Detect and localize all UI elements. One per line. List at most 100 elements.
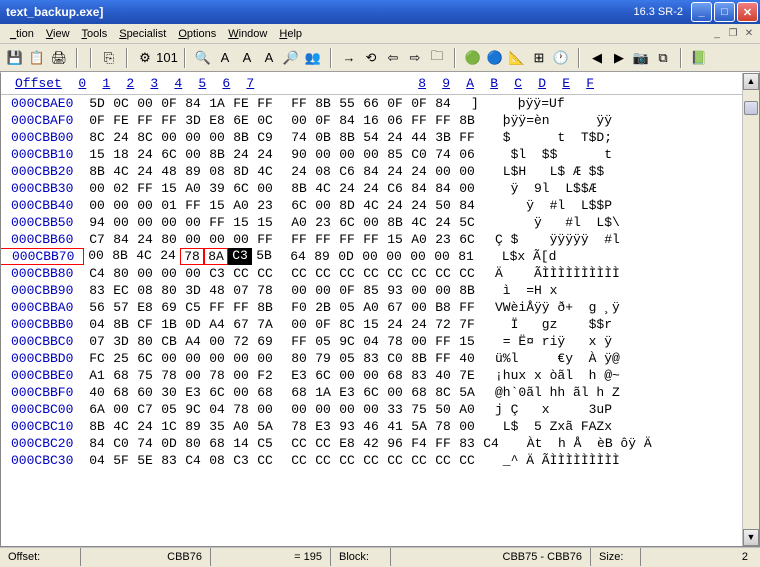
ascii-cell[interactable]: L$H L$ Æ $$ [479,164,620,179]
hex-cell[interactable]: 8B [455,283,479,298]
hex-cell[interactable]: 00 [287,402,311,417]
offset-cell[interactable]: 000CBC30 [1,453,85,468]
hex-cell[interactable]: 68 [109,368,133,383]
hex-cell[interactable]: FF [359,232,383,247]
scroll-thumb[interactable] [744,101,758,115]
hex-cell[interactable]: FF [287,334,311,349]
hex-cell[interactable]: CC [383,453,407,468]
hex-cell[interactable]: 05 [157,402,181,417]
hex-cell[interactable]: 79 [311,351,335,366]
hex-cell[interactable]: 0F [311,317,335,332]
hex-cell[interactable]: 68 [383,368,407,383]
hex-cell[interactable]: 06 [383,113,407,128]
hex-cell[interactable]: 24 [133,164,157,179]
hex-cell[interactable]: 00 [133,215,157,230]
ascii-cell[interactable]: @h`0ãl hh ãl h Z [479,385,620,400]
hex-cell[interactable]: 00 [133,198,157,213]
hex-cell[interactable]: C4 [85,266,109,281]
hex-cell[interactable]: A0 [359,300,383,315]
offset-cell[interactable]: 000CBB60 [1,232,85,247]
hex-cell[interactable]: 8C [133,130,157,145]
hex-cell[interactable]: 0D [157,436,181,451]
hex-cell[interactable]: 8B [383,215,407,230]
hex-cell[interactable]: 84 [359,164,383,179]
hex-cell[interactable]: 00 [253,402,277,417]
hex-cell[interactable]: 67 [229,317,253,332]
mdi-minimize-icon[interactable]: _ [710,28,724,40]
hex-cell[interactable]: 00 [311,198,335,213]
offset-cell[interactable]: 000CBB40 [1,198,85,213]
hex-cell[interactable]: FF [253,232,277,247]
hex-cell[interactable]: FE [109,113,133,128]
hex-cell[interactable]: 24 [407,164,431,179]
hex-cell[interactable]: 24 [383,317,407,332]
hex-cell[interactable]: 80 [287,351,311,366]
hex-cell[interactable]: 8D [229,164,253,179]
hex-cell[interactable]: 00 [205,351,229,366]
hex-cell[interactable]: 00 [205,232,229,247]
menu-help[interactable]: Help [273,26,308,42]
hex-cell[interactable]: 8B [109,317,133,332]
hex-cell[interactable]: 8C [335,317,359,332]
hex-cell[interactable]: 00 [181,147,205,162]
hex-cell[interactable]: 00 [335,368,359,383]
offset-cell[interactable]: 000CBBB0 [1,317,85,332]
hex-cell[interactable]: 8B [85,419,109,434]
hex-cell[interactable]: 04 [359,334,383,349]
hex-cell[interactable]: 8D [335,198,359,213]
hex-cell[interactable]: E8 [133,300,157,315]
hex-cell[interactable]: 4C [109,419,133,434]
hex-cell[interactable]: F4 [407,436,431,451]
hex-cell[interactable]: 05 [311,334,335,349]
hex-cell[interactable]: B8 [431,300,455,315]
hex-body[interactable]: 000CBAE05D0C000F841AFEFFFF8B55660F0F84] … [1,95,742,469]
hex-cell[interactable]: E3 [181,385,205,400]
toolbar-button[interactable]: 🔍 [194,49,212,67]
hex-cell[interactable]: 08 [133,283,157,298]
hex-cell[interactable]: 81 [454,249,478,264]
hex-cell[interactable]: 1C [157,419,181,434]
hex-cell[interactable]: CC [359,266,383,281]
hex-cell[interactable]: 00 [133,96,157,111]
hex-cell[interactable]: 00 [358,249,382,264]
hex-cell[interactable]: 00 [359,368,383,383]
hex-cell[interactable]: 8B [85,164,109,179]
menu-_tion[interactable]: _tion [4,26,40,42]
hex-cell[interactable]: 24 [133,147,157,162]
hex-cell[interactable]: CC [335,453,359,468]
hex-cell[interactable]: CC [407,266,431,281]
hex-cell[interactable]: C5 [253,436,277,451]
hex-cell[interactable]: 24 [335,181,359,196]
hex-cell[interactable]: CB [157,334,181,349]
hex-cell[interactable]: 80 [157,232,181,247]
hex-cell[interactable]: CC [455,266,479,281]
hex-cell[interactable]: 84 [407,181,431,196]
hex-cell[interactable]: FE [229,96,253,111]
hex-cell[interactable]: 8C [85,130,109,145]
hex-cell[interactable]: 01 [157,198,181,213]
hex-cell[interactable]: FF [431,351,455,366]
offset-cell[interactable]: 000CBB80 [1,266,85,281]
hex-cell[interactable]: A0 [287,215,311,230]
hex-cell[interactable]: 0D [181,317,205,332]
hex-cell[interactable]: 6C [157,147,181,162]
toolbar-button[interactable]: ⇦ [384,49,402,67]
hex-cell[interactable]: 50 [431,402,455,417]
hex-cell[interactable]: 15 [359,317,383,332]
hex-cell[interactable]: 24 [133,419,157,434]
hex-cell[interactable]: FF [455,130,479,145]
hex-cell[interactable]: 24 [359,181,383,196]
hex-cell[interactable]: 24 [229,147,253,162]
hex-cell[interactable]: 16 [359,113,383,128]
ascii-cell[interactable]: $ t T$D; [479,130,620,145]
offset-cell[interactable]: 000CBB90 [1,283,85,298]
toolbar-button[interactable]: ⊞ [530,49,548,67]
hex-cell[interactable]: CC [431,453,455,468]
hex-cell[interactable]: 66 [359,96,383,111]
hex-cell[interactable]: FF [229,300,253,315]
hex-cell[interactable]: 00 [253,351,277,366]
hex-cell[interactable]: 1A [311,385,335,400]
hex-cell[interactable]: 3D [109,334,133,349]
hex-cell[interactable]: 24 [383,164,407,179]
ascii-cell[interactable]: Ä ÃÌÌÌÌÌÌÌÌÌÌ [479,266,620,281]
